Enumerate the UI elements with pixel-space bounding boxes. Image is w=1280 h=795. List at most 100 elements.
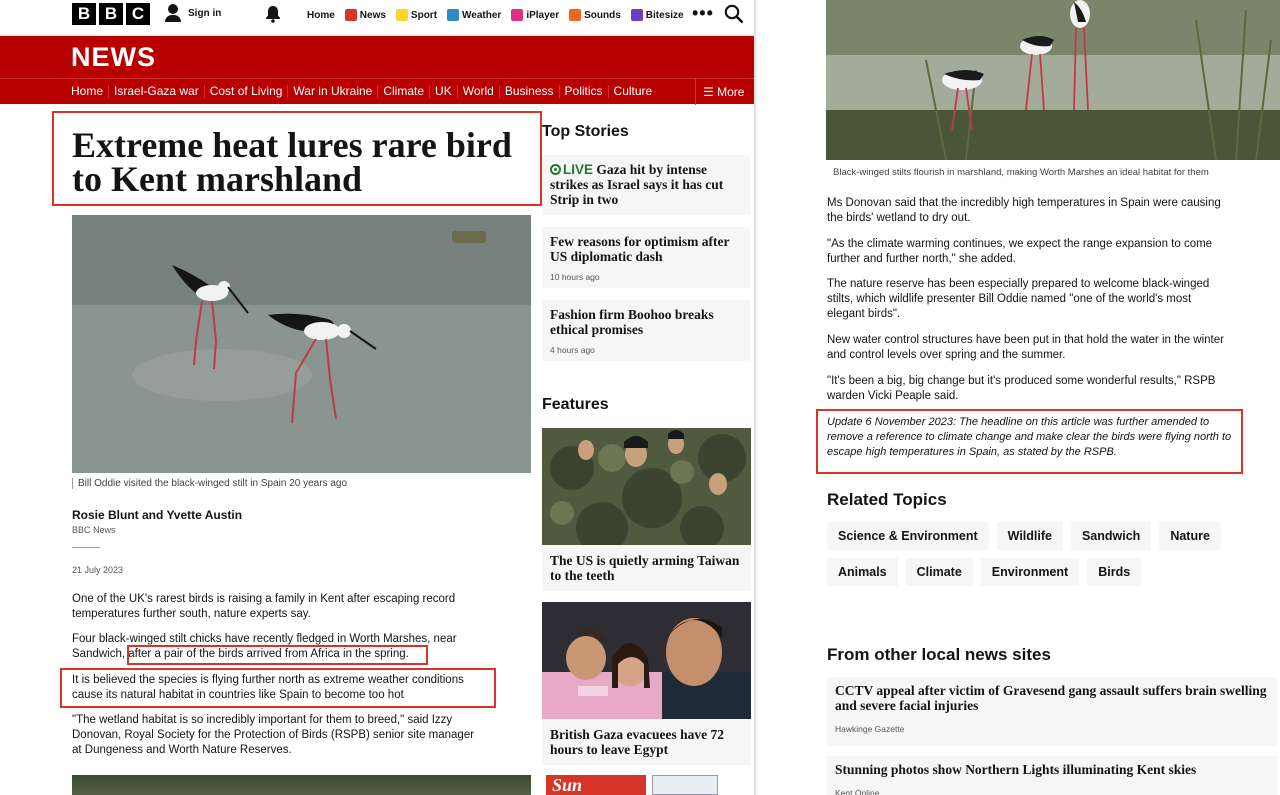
article-pane-left: B B C Sign in Home News Sport Weather iP… [0, 0, 754, 795]
weather-icon [447, 9, 460, 21]
feature-image-soldiers[interactable] [542, 428, 751, 545]
top-story-title: Fashion firm Boohoo breaks ethical promi… [550, 307, 714, 337]
topic-climate[interactable]: Climate [905, 558, 973, 586]
nav-home[interactable]: Home [307, 10, 335, 21]
section-climate[interactable]: Climate [378, 85, 431, 98]
publish-date: 21 July 2023 [72, 565, 124, 575]
live-icon [550, 164, 561, 175]
nav-sport[interactable]: Sport [395, 9, 438, 21]
nav-sounds[interactable]: Sounds [569, 9, 621, 21]
byline: Rosie Blunt and Yvette Austin BBC News [72, 508, 242, 535]
section-war-in-ukraine[interactable]: War in Ukraine [288, 85, 379, 98]
section-uk[interactable]: UK [430, 85, 458, 98]
nav-news[interactable]: News [344, 9, 386, 21]
article-paragraph: New water control structures have been p… [827, 334, 1224, 361]
byline-authors: Rosie Blunt and Yvette Austin [72, 508, 243, 522]
highlight-box-update [816, 409, 1243, 474]
related-topics-heading: Related Topics [827, 490, 947, 509]
sounds-icon [569, 9, 582, 21]
news-icon [344, 9, 357, 21]
byline-outlet: BBC News [72, 525, 116, 535]
top-story-card[interactable]: Few reasons for optimism after US diplom… [542, 227, 750, 288]
local-news-title: Stunning photos show Northern Lights ill… [835, 762, 1197, 777]
service-links: Home News Sport Weather iPlayer Sounds B… [307, 9, 684, 21]
nav-label: Sounds [584, 9, 621, 21]
section-world[interactable]: World [458, 85, 500, 98]
more-menu-button[interactable]: ••• [692, 3, 714, 24]
article-paragraph: Ms Donovan said that the incredibly high… [827, 197, 1221, 224]
related-topics-list: Science & Environment Wildlife Sandwich … [827, 522, 1267, 586]
nav-label: iPlayer [526, 9, 560, 21]
topic-birds[interactable]: Birds [1087, 558, 1142, 586]
top-stories-heading: Top Stories [542, 123, 629, 140]
person-icon [164, 4, 182, 22]
logo-letter: B [99, 3, 123, 25]
news-masthead: NEWS [0, 36, 754, 78]
article-second-image [72, 775, 531, 795]
highlight-box-belief [60, 668, 496, 708]
nav-iplayer[interactable]: iPlayer [511, 9, 559, 21]
article-paragraph: "As the climate warming continues, we ex… [827, 238, 1213, 265]
topic-environment[interactable]: Environment [980, 558, 1080, 586]
topic-wildlife[interactable]: Wildlife [996, 522, 1063, 550]
live-badge: LIVE [563, 162, 594, 177]
sign-in-link[interactable]: Sign in [164, 4, 221, 22]
top-story-timestamp: 4 hours ago [550, 345, 595, 355]
newspaper-sun-thumbnail[interactable]: Sun [546, 775, 646, 795]
section-navigation: Home Israel-Gaza war Cost of Living War … [0, 78, 754, 105]
byline-divider [72, 547, 100, 548]
logo-letter: C [126, 3, 150, 25]
local-news-source: Kent Online [835, 788, 880, 795]
features-heading: Features [542, 396, 609, 413]
newspaper-thumbnail[interactable] [652, 775, 718, 795]
highlight-box-arrival [127, 645, 428, 665]
topic-sandwich[interactable]: Sandwich [1070, 522, 1152, 550]
logo-letter: B [72, 3, 96, 25]
nav-bitesize[interactable]: Bitesize [630, 9, 684, 21]
local-news-title: CCTV appeal after victim of Gravesend ga… [835, 683, 1267, 713]
hero-image-stilts [72, 215, 531, 473]
top-story-card[interactable]: Fashion firm Boohoo breaks ethical promi… [542, 300, 750, 361]
news-brand-title[interactable]: NEWS [71, 42, 156, 73]
feature-card-title[interactable]: The US is quietly arming Taiwan to the t… [542, 545, 751, 591]
nav-weather[interactable]: Weather [447, 9, 501, 21]
section-politics[interactable]: Politics [560, 85, 609, 98]
section-culture[interactable]: Culture [609, 85, 658, 98]
search-icon[interactable] [724, 4, 744, 24]
nav-label: Sport [410, 9, 438, 21]
feature-card-title[interactable]: British Gaza evacuees have 72 hours to l… [542, 719, 751, 765]
section-israel-gaza[interactable]: Israel-Gaza war [109, 85, 205, 98]
bell-icon[interactable] [265, 5, 281, 27]
top-story-card[interactable]: LIVE Gaza hit by intense strikes as Isra… [542, 155, 750, 215]
nav-label: News [359, 9, 386, 21]
local-news-heading: From other local news sites [827, 645, 1051, 664]
topic-animals[interactable]: Animals [827, 558, 898, 586]
bbc-logo[interactable]: B B C [72, 3, 150, 25]
topic-science-environment[interactable]: Science & Environment [827, 522, 989, 550]
top-story-timestamp: 10 hours ago [550, 272, 600, 282]
sport-icon [395, 9, 408, 21]
article-paragraph: The nature reserve has been especially p… [827, 278, 1210, 320]
article-paragraph: One of the UK's rarest birds is raising … [72, 593, 456, 620]
hero-image-caption: Bill Oddie visited the black-winged stil… [72, 478, 347, 489]
article-paragraph: "It's been a big, big change but it's pr… [827, 375, 1216, 402]
section-cost-of-living[interactable]: Cost of Living [205, 85, 289, 98]
feature-image-evacuees[interactable] [542, 602, 751, 719]
local-news-card[interactable]: Stunning photos show Northern Lights ill… [827, 756, 1277, 795]
stilts-marshland-image [826, 0, 1280, 160]
top-story-title: Few reasons for optimism after US diplom… [550, 234, 730, 264]
sign-in-label: Sign in [188, 7, 222, 19]
article-paragraph: "The wetland habitat is so incredibly im… [72, 714, 475, 756]
section-home[interactable]: Home [71, 85, 110, 98]
topic-nature[interactable]: Nature [1159, 522, 1221, 550]
iplayer-icon [511, 9, 524, 21]
local-news-source: Hawkinge Gazette [835, 724, 905, 734]
section-more-button[interactable]: ☰ More [695, 79, 754, 105]
local-news-card[interactable]: CCTV appeal after victim of Gravesend ga… [827, 677, 1277, 746]
section-business[interactable]: Business [500, 85, 560, 98]
bbc-top-bar: B B C Sign in Home News Sport Weather iP… [0, 0, 754, 36]
nav-label: Weather [462, 9, 502, 21]
nav-label: Bitesize [645, 9, 684, 21]
image-caption: Black-winged stilts flourish in marshlan… [833, 167, 1209, 178]
nav-label: Home [307, 9, 335, 21]
